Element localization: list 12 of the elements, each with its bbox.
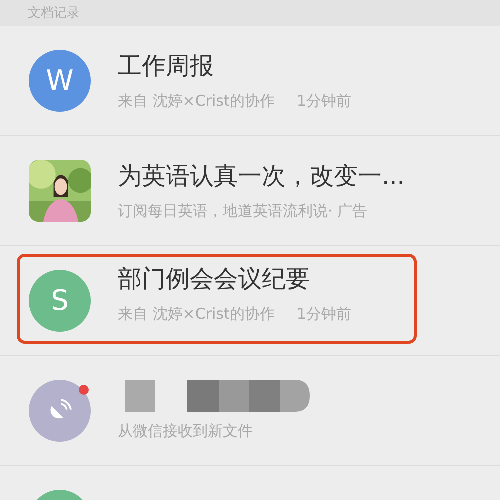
record-title[interactable]: 部门例会会议纪要: [118, 263, 414, 295]
record-source: 来自 沈婷×Crist的协作: [118, 305, 275, 324]
record-time: 1分钟前: [296, 305, 352, 324]
record-source: 从微信接收到新文件: [118, 422, 253, 441]
record-title[interactable]: 为英语认真一次，改变一...: [118, 160, 405, 192]
section-title: 文档记录: [28, 5, 80, 22]
letter-avatar: S: [29, 270, 91, 332]
record-source: 订阅每日英语，地道英语流利说· 广告: [118, 202, 368, 221]
record-time: 1分钟前: [296, 92, 352, 111]
record-title[interactable]: 工作周报: [118, 50, 352, 82]
record-source: 来自 沈婷×Crist的协作: [118, 92, 275, 111]
letter-avatar: W: [29, 50, 91, 112]
